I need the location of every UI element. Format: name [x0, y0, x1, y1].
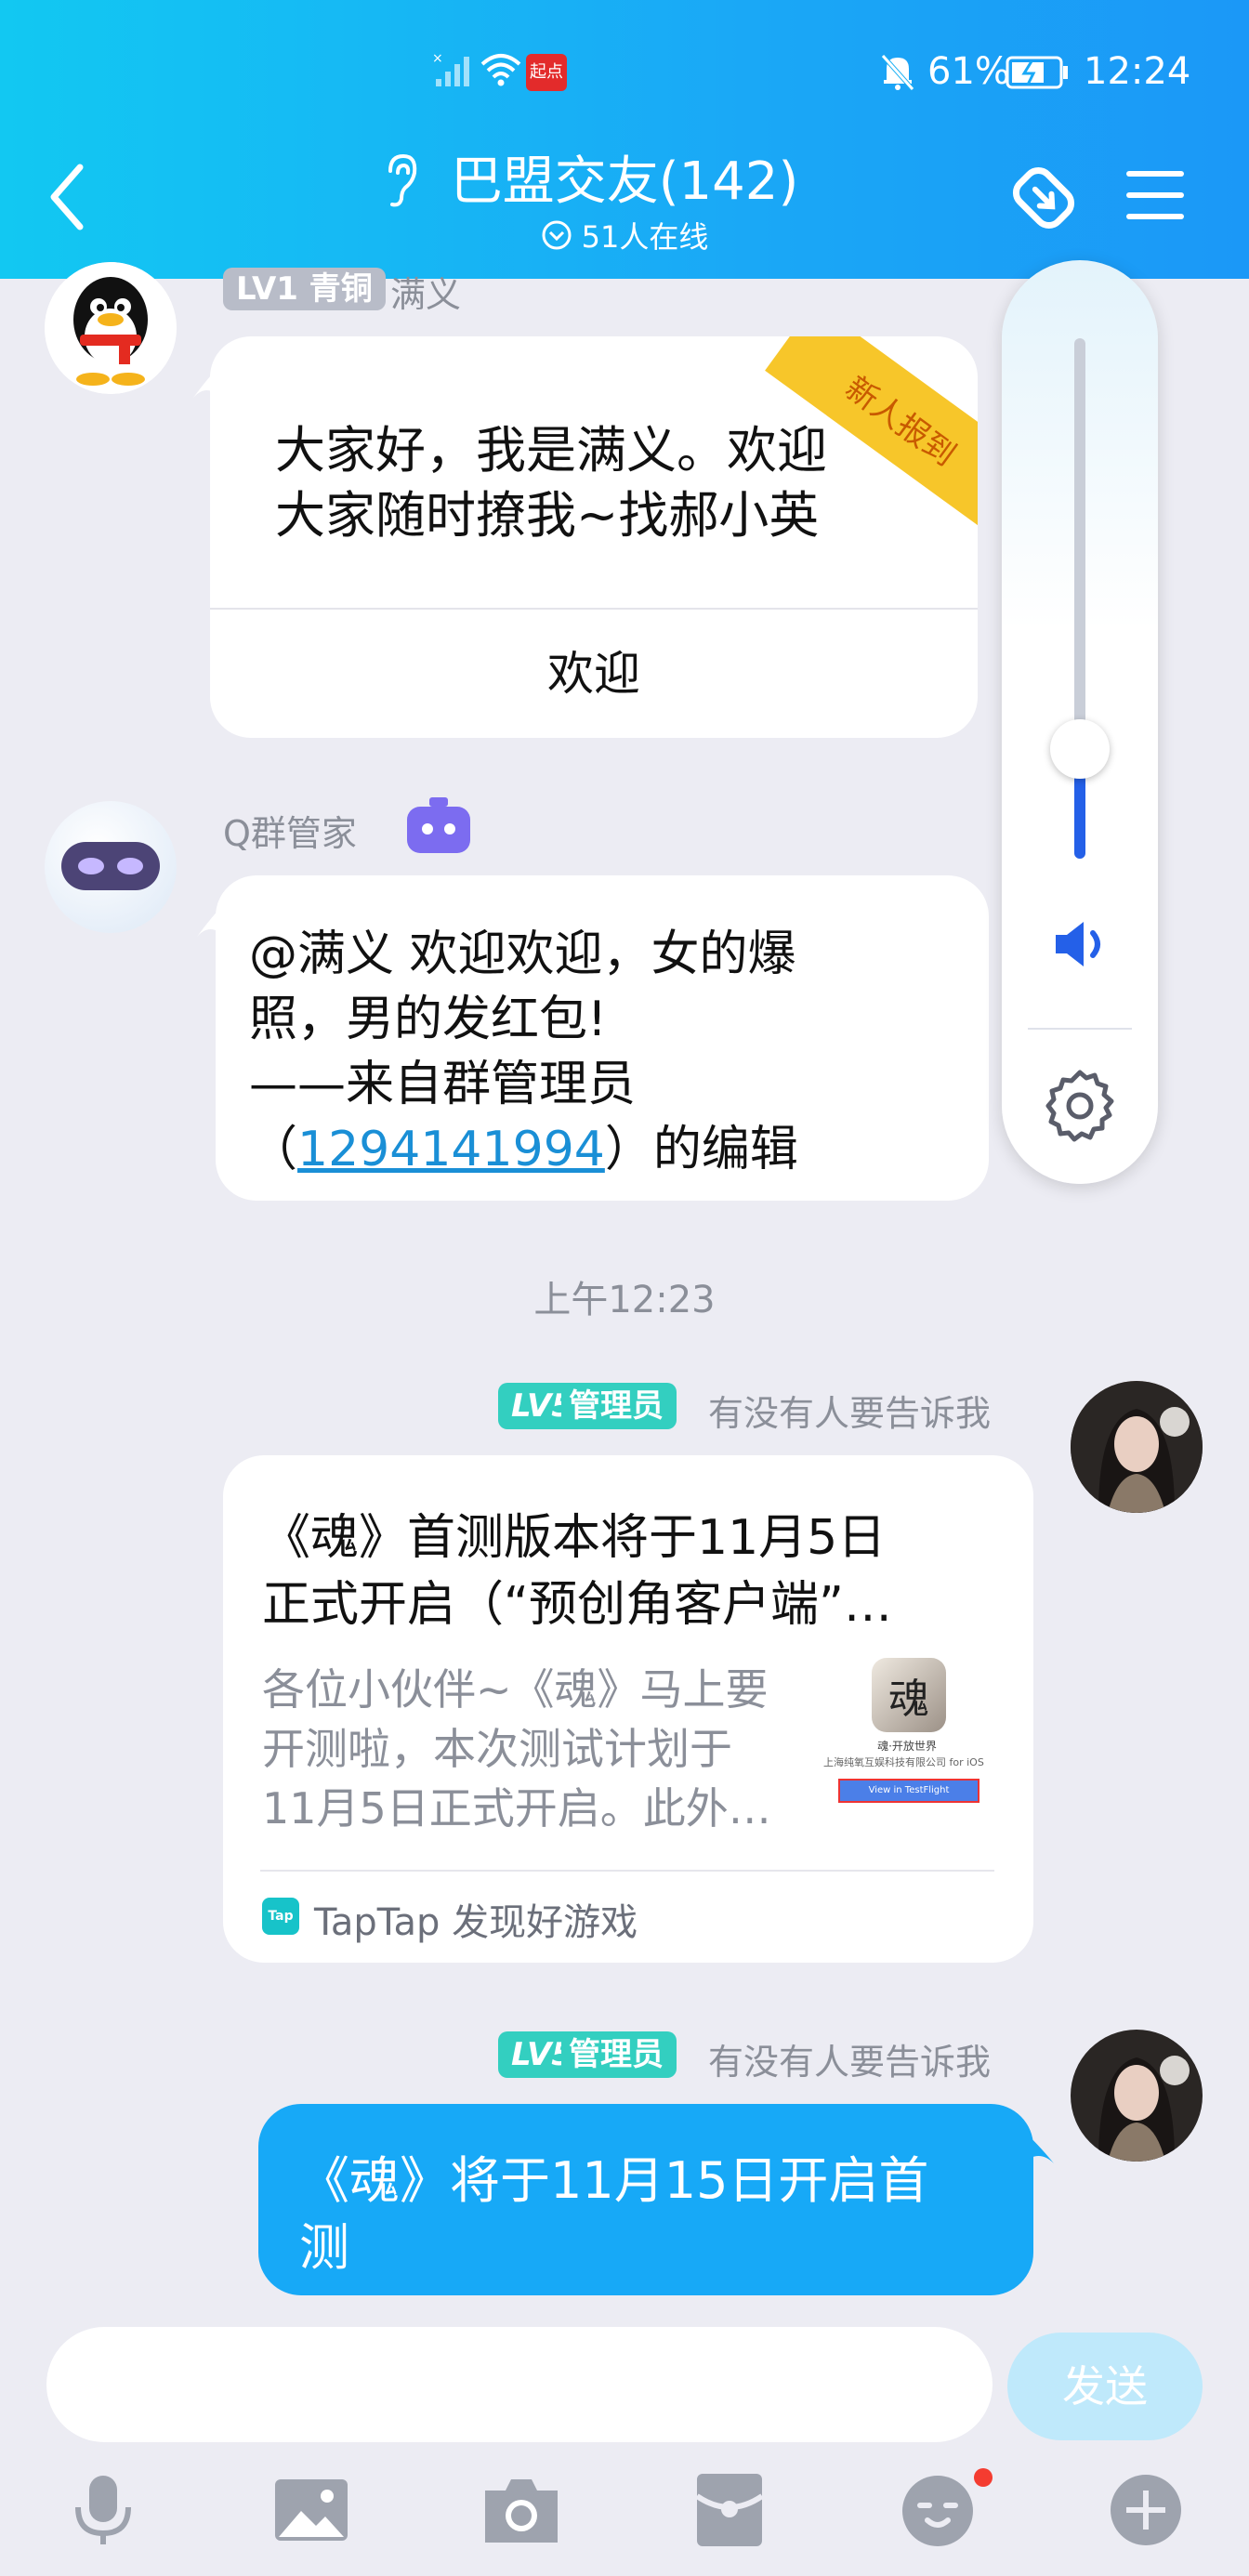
penguin-avatar-icon — [45, 262, 177, 394]
self-text-line1: 《魂》将于11月15日开启首 — [299, 2151, 929, 2210]
bubble-tail — [197, 903, 225, 937]
emoji-icon[interactable] — [896, 2468, 979, 2552]
thumb-button: View in TestFlight — [838, 1779, 979, 1803]
bot-text-line3: ——来自群管理员 — [249, 1057, 637, 1112]
bot-text-line4: （1294141994）的编辑 — [249, 1122, 798, 1177]
bubble-tail — [1022, 2130, 1054, 2163]
card-divider — [260, 1870, 994, 1872]
thumb-line2: 上海纯氧互娱科技有限公司 for iOS — [823, 1756, 984, 1768]
card-desc-line2: 开测啦，本次测试计划于 — [262, 1724, 732, 1774]
carrier-badge: 起点 — [526, 54, 567, 91]
bubble-tail — [193, 364, 221, 398]
user-avatar[interactable] — [1071, 2030, 1203, 2162]
battery-icon — [1006, 56, 1068, 89]
portrait-avatar-icon — [1071, 2030, 1203, 2162]
bot-text-line1: @满义 欢迎欢迎，女的爆 — [249, 927, 796, 982]
welcome-card: 新人报到 大家好，我是满义。欢迎 大家随时撩我~找郝小英 欢迎 — [210, 336, 978, 738]
send-button[interactable]: 发送 — [1007, 2333, 1203, 2440]
input-area: 发送 — [0, 2305, 1249, 2576]
volume-slider-thumb[interactable] — [1050, 719, 1110, 779]
bot-name[interactable]: Q群管家 — [223, 805, 357, 856]
camera-icon[interactable] — [480, 2468, 563, 2552]
timestamp: 上午12:23 — [533, 1279, 716, 1321]
volume-panel — [1002, 260, 1158, 1184]
card-title-line2: 正式开启（“预创角客户端”… — [262, 1577, 892, 1633]
status-bar: × 起点 61% 12:24 — [0, 0, 1249, 139]
battery-percent: 61% — [927, 50, 1010, 93]
chat-title[interactable]: 巴盟交友(142) — [93, 139, 1156, 215]
card-desc-line1: 各位小伙伴~《魂》马上要 — [262, 1664, 769, 1715]
level-badge: LV1 青铜 — [223, 268, 386, 310]
app-header: × 起点 61% 12:24 巴盟交友(142) 51人在线 — [0, 0, 1249, 279]
game-app-icon: 魂 — [872, 1658, 946, 1732]
speaker-icon[interactable] — [1050, 916, 1111, 972]
welcome-text-line1: 大家好，我是满义。欢迎 — [275, 421, 827, 480]
settings-gear-icon[interactable] — [1041, 1067, 1119, 1145]
plus-icon[interactable] — [1104, 2468, 1188, 2552]
card-thumbnail: 魂 魂·开放世界 上海纯氧互娱科技有限公司 for iOS View in Te… — [823, 1658, 991, 1821]
wifi-icon — [480, 54, 521, 86]
role-badge: 管理员 — [561, 1383, 677, 1429]
card-desc-line3: 11月5日正式开启。此外… — [262, 1783, 771, 1833]
card-source: TapTap 发现好游戏 — [314, 1901, 638, 1944]
sender-name[interactable]: 有没有人要告诉我 — [708, 2033, 991, 2084]
menu-icon[interactable] — [1124, 167, 1186, 223]
microphone-icon[interactable] — [61, 2468, 145, 2552]
taptap-logo-icon: Tap — [262, 1898, 299, 1935]
chevron-circle-icon — [542, 220, 572, 250]
red-packet-icon[interactable] — [688, 2468, 771, 2552]
admin-qq-link[interactable]: 1294141994 — [297, 1122, 605, 1177]
link-tag-icon[interactable] — [1004, 158, 1084, 238]
online-count-label: 51人在线 — [581, 219, 709, 255]
robot-badge-icon — [407, 797, 470, 853]
thumb-line1: 魂·开放世界 — [877, 1740, 937, 1753]
sender-name[interactable]: 满义 — [390, 266, 461, 317]
welcome-text-line2: 大家随时撩我~找郝小英 — [275, 486, 820, 545]
mute-bell-icon — [881, 54, 914, 91]
card-title-line1: 《魂》首测版本将于11月5日 — [262, 1510, 887, 1566]
signal-icon: × — [432, 51, 469, 86]
welcome-button[interactable]: 欢迎 — [210, 610, 978, 738]
sender-name[interactable]: 有没有人要告诉我 — [708, 1385, 991, 1436]
image-icon[interactable] — [270, 2468, 353, 2552]
svg-text:×: × — [432, 51, 443, 66]
bot-text-line2: 照，男的发红包! — [249, 992, 607, 1047]
bot-avatar[interactable] — [45, 801, 177, 933]
panel-divider — [1028, 1028, 1132, 1030]
user-avatar[interactable] — [1071, 1381, 1203, 1513]
avatar[interactable] — [45, 262, 177, 394]
self-text-line2: 测 — [299, 2218, 349, 2277]
notification-dot — [974, 2468, 993, 2487]
clock: 12:24 — [1084, 50, 1191, 93]
robot-face-icon — [61, 842, 160, 890]
message-input[interactable] — [46, 2327, 993, 2442]
portrait-avatar-icon — [1071, 1381, 1203, 1513]
role-badge: 管理员 — [561, 2031, 677, 2078]
